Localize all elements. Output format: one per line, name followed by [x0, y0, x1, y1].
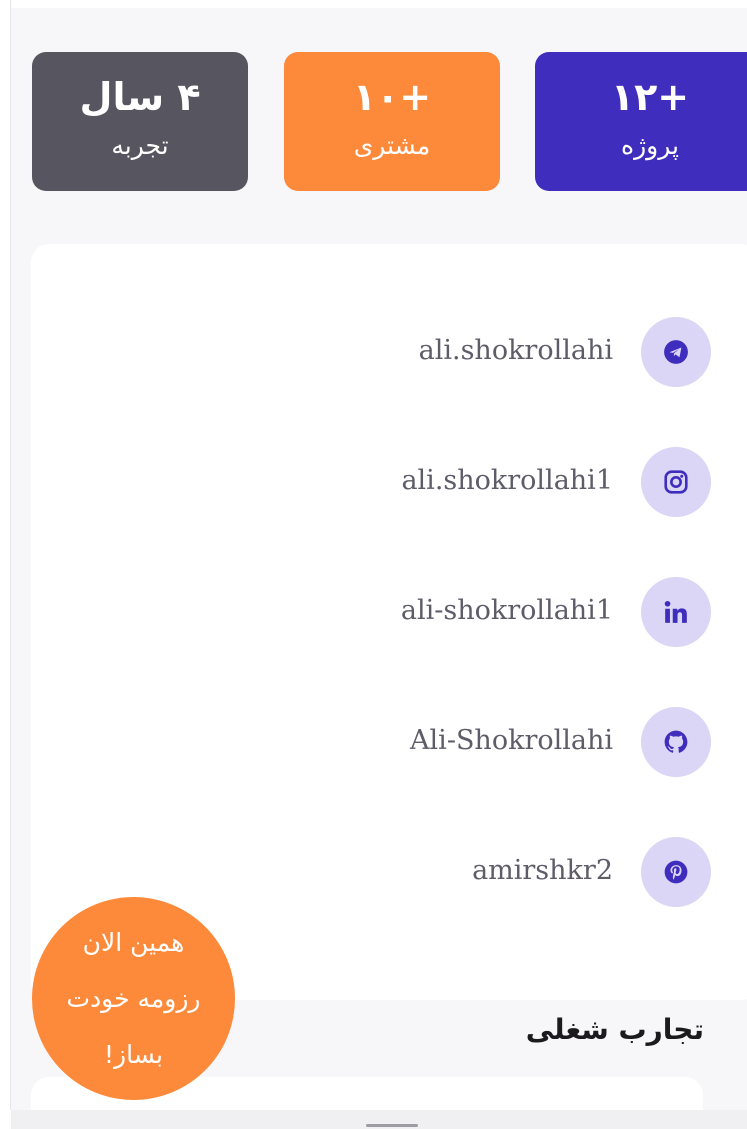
- stat-label: مشتری: [353, 131, 431, 160]
- stat-label: پروژه: [621, 131, 679, 160]
- stat-card-experience: ۴ سال تجربه: [32, 52, 248, 191]
- social-link-telegram[interactable]: ali.shokrollahi: [31, 317, 711, 387]
- linkedin-icon[interactable]: [641, 577, 711, 647]
- top-band: [11, 0, 747, 8]
- build-resume-button[interactable]: همین الان رزومه خودت بساز!: [32, 897, 235, 1100]
- social-handle[interactable]: amirshkr2: [472, 851, 613, 891]
- stat-card-customers: +۱۰ مشتری: [284, 52, 500, 191]
- page: ۴ سال تجربه +۱۰ مشتری +۱۲ پروژه ali.shok…: [0, 0, 747, 1129]
- social-handle[interactable]: ali.shokrollahi1: [401, 461, 613, 501]
- pinterest-icon[interactable]: [641, 837, 711, 907]
- instagram-icon[interactable]: [641, 447, 711, 517]
- cta-line[interactable]: همین الان: [32, 926, 235, 960]
- social-link-instagram[interactable]: ali.shokrollahi1: [31, 447, 711, 517]
- stat-value: +۱۰: [352, 75, 432, 119]
- telegram-icon[interactable]: [641, 317, 711, 387]
- social-link-linkedin[interactable]: ali-shokrollahi1: [31, 577, 711, 647]
- social-links-card: ali.shokrollahi ali.shokrollahi1 ali-sho…: [31, 244, 747, 1000]
- cta-line[interactable]: رزومه خودت: [32, 982, 235, 1016]
- cta-line[interactable]: بساز!: [32, 1038, 235, 1072]
- stat-card-projects: +۱۲ پروژه: [535, 52, 747, 191]
- github-icon[interactable]: [641, 707, 711, 777]
- stat-value: +۱۲: [610, 75, 690, 119]
- social-link-github[interactable]: Ali-Shokrollahi: [31, 707, 711, 777]
- social-handle[interactable]: ali-shokrollahi1: [401, 591, 613, 631]
- work-experience-title: تجارب شغلی: [525, 1013, 704, 1046]
- stat-label: تجربه: [111, 131, 169, 160]
- bottom-bar: [11, 1110, 747, 1129]
- stat-value: ۴ سال: [79, 75, 201, 119]
- scroll-handle[interactable]: [366, 1124, 418, 1127]
- social-handle[interactable]: Ali-Shokrollahi: [410, 721, 613, 761]
- social-handle[interactable]: ali.shokrollahi: [419, 331, 613, 371]
